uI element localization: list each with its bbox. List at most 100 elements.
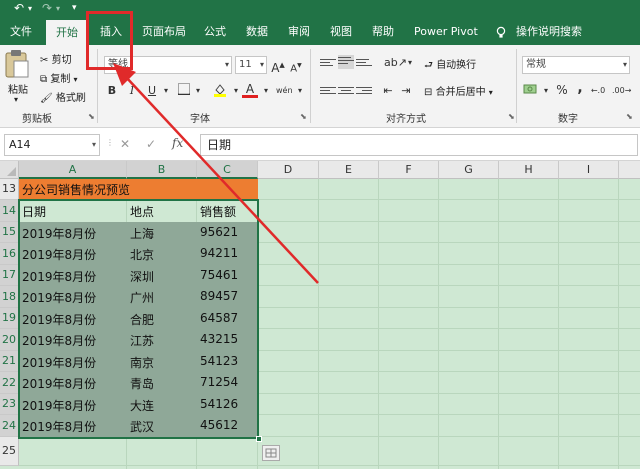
increase-decimal-icon[interactable]: ←.0 — [590, 83, 606, 99]
quick-analysis-button[interactable] — [262, 445, 280, 461]
column-header-i[interactable]: I — [559, 161, 619, 179]
redo-icon[interactable]: ↷ — [42, 1, 52, 15]
number-format-combo[interactable]: 常规 ▾ — [522, 56, 630, 74]
lightbulb-icon[interactable] — [492, 18, 510, 45]
column-header-a[interactable]: A — [19, 161, 127, 179]
row-header-16[interactable]: 16 — [0, 243, 19, 265]
percent-button[interactable]: % — [554, 82, 570, 98]
number-format-dropdown-icon[interactable]: ▾ — [623, 57, 627, 73]
wrap-text-label: 自动换行 — [436, 60, 477, 71]
row-header-24[interactable]: 24 — [0, 415, 19, 437]
row-header-17[interactable]: 17 — [0, 265, 19, 286]
customize-quick-access-icon[interactable]: ▾ — [72, 3, 77, 13]
paste-dropdown-icon[interactable]: ▾ — [14, 95, 18, 104]
copy-icon: ⧉ — [40, 74, 48, 85]
accounting-dropdown-icon[interactable]: ▾ — [538, 83, 554, 99]
group-divider — [310, 49, 311, 123]
column-header-g[interactable]: G — [439, 161, 499, 179]
undo-dropdown-icon[interactable]: ▾ — [28, 4, 32, 13]
alignment-launcher-icon[interactable]: ⬊ — [508, 112, 515, 121]
tab-data[interactable]: 数据 — [242, 18, 272, 45]
tell-me-search[interactable]: 操作说明搜索 — [512, 18, 586, 45]
align-left-icon[interactable] — [320, 85, 336, 99]
tab-power-pivot[interactable]: Power Pivot — [410, 18, 482, 45]
number-group-label: 数字 — [558, 114, 578, 125]
clipboard-launcher-icon[interactable]: ⬊ — [88, 112, 95, 121]
column-header-f[interactable]: F — [379, 161, 439, 179]
font-launcher-icon[interactable]: ⬊ — [300, 112, 307, 121]
tab-page-layout[interactable]: 页面布局 — [138, 18, 190, 45]
decrease-decimal-icon[interactable]: .00→ — [612, 83, 631, 99]
insert-function-icon[interactable]: fx — [172, 136, 183, 150]
cancel-entry-icon[interactable]: ✕ — [120, 137, 130, 151]
cut-button[interactable]: ✂ 剪切 — [40, 51, 72, 66]
underline-dropdown-icon[interactable]: ▾ — [158, 83, 174, 99]
row-header-20[interactable]: 20 — [0, 329, 19, 351]
orientation-icon[interactable]: ab↗ — [384, 55, 407, 71]
row-header-13[interactable]: 13 — [0, 179, 19, 200]
copy-dropdown-icon[interactable]: ▾ — [74, 75, 78, 84]
row-header-25[interactable]: 25 — [0, 437, 19, 466]
align-right-icon[interactable] — [356, 85, 372, 99]
formula-input[interactable]: 日期 — [200, 134, 638, 156]
align-center-icon[interactable] — [338, 85, 354, 99]
accounting-format-icon[interactable] — [522, 83, 538, 99]
row-header-14[interactable]: 14 — [0, 200, 19, 222]
row-header-18[interactable]: 18 — [0, 286, 19, 308]
fill-handle[interactable] — [256, 436, 262, 442]
shrink-font-button[interactable]: A▼ — [288, 58, 304, 74]
fill-color-icon[interactable] — [212, 83, 228, 99]
column-header-b[interactable]: B — [127, 161, 197, 179]
tab-review[interactable]: 审阅 — [284, 18, 314, 45]
redo-dropdown-icon[interactable]: ▾ — [56, 4, 60, 13]
decrease-indent-icon[interactable]: ⇤ — [380, 83, 396, 99]
font-size-dropdown-icon[interactable]: ▾ — [260, 57, 264, 73]
format-painter-button[interactable]: 🖌 格式刷 — [40, 89, 86, 104]
column-header-h[interactable]: H — [499, 161, 559, 179]
font-name-dropdown-icon[interactable]: ▾ — [225, 57, 229, 73]
name-box[interactable]: A14 ▾ — [4, 134, 100, 156]
merge-center-button[interactable]: ⊟ 合并后居中 ▾ — [424, 83, 493, 98]
font-size-combo[interactable]: 11 ▾ — [235, 56, 267, 74]
enter-entry-icon[interactable]: ✓ — [146, 137, 156, 151]
column-header-d[interactable]: D — [258, 161, 319, 179]
font-color-dropdown-icon[interactable]: ▾ — [258, 83, 274, 99]
tab-help[interactable]: 帮助 — [368, 18, 398, 45]
row-header-23[interactable]: 23 — [0, 394, 19, 415]
row-header-22[interactable]: 22 — [0, 372, 19, 394]
top-align-icon[interactable] — [320, 57, 336, 71]
column-header-e[interactable]: E — [319, 161, 379, 179]
italic-button[interactable]: I — [124, 83, 140, 99]
merge-center-label: 合并后居中 — [435, 87, 486, 98]
row-header-15[interactable]: 15 — [0, 222, 19, 243]
title-cell-text: 分公司销售情况预览 — [22, 183, 131, 197]
column-header-c[interactable]: C — [197, 161, 258, 179]
undo-icon[interactable]: ↶ — [14, 1, 24, 15]
row-header-19[interactable]: 19 — [0, 308, 19, 329]
borders-dropdown-icon[interactable]: ▾ — [190, 83, 206, 99]
bottom-align-icon[interactable] — [356, 57, 372, 71]
middle-align-icon[interactable] — [338, 55, 354, 69]
orientation-dropdown-icon[interactable]: ▾ — [402, 55, 418, 71]
increase-indent-icon[interactable]: ⇥ — [398, 83, 414, 99]
number-launcher-icon[interactable]: ⬊ — [626, 112, 633, 121]
copy-button[interactable]: ⧉ 复制 ▾ — [40, 70, 78, 85]
bold-button[interactable]: B — [104, 83, 120, 99]
select-all-button[interactable] — [0, 161, 19, 179]
cut-label: 剪切 — [51, 55, 72, 66]
name-box-dropdown-icon[interactable]: ▾ — [92, 135, 96, 155]
tab-view[interactable]: 视图 — [326, 18, 356, 45]
tab-home[interactable]: 开始 — [46, 20, 88, 45]
phonetic-button[interactable]: wén — [276, 83, 293, 99]
font-color-button[interactable]: A — [242, 81, 258, 98]
paste-button[interactable]: 粘贴 ▾ — [4, 49, 34, 107]
merge-dropdown-icon[interactable]: ▾ — [489, 88, 493, 97]
tab-formulas[interactable]: 公式 — [200, 18, 230, 45]
grow-font-button[interactable]: A▲ — [270, 57, 286, 75]
comma-style-button[interactable]: , — [572, 80, 588, 96]
gridline-vertical — [378, 179, 379, 469]
row-header-21[interactable]: 21 — [0, 351, 19, 372]
wrap-text-button[interactable]: ⮐ 自动换行 — [424, 56, 476, 75]
tab-file[interactable]: 文件 — [6, 18, 36, 45]
phonetic-dropdown-icon[interactable]: ▾ — [292, 83, 308, 99]
